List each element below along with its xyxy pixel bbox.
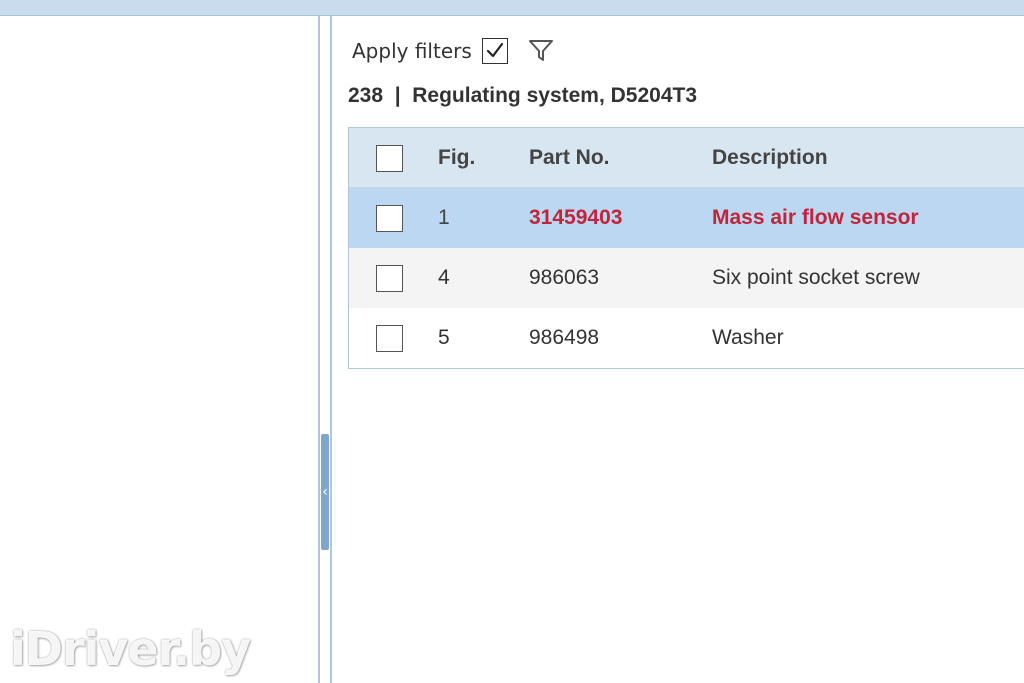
apply-filters-checkbox[interactable] — [481, 38, 508, 64]
right-pane: Apply filters 238 | Regulating system, D… — [332, 16, 1024, 683]
section-title: 238 | Regulating system, D5204T3 — [348, 84, 698, 107]
row-part-no: 31459403 — [529, 206, 623, 229]
table-header-row: Fig. Part No. Description — [349, 128, 1024, 188]
pane-splitter[interactable]: ‹ — [318, 16, 332, 683]
parts-table: Fig. Part No. Description 1 31459403 Mas… — [348, 127, 1024, 369]
table-row[interactable]: 1 31459403 Mass air flow sensor — [349, 188, 1024, 248]
funnel-icon[interactable] — [526, 37, 556, 65]
splitter-handle[interactable]: ‹ — [321, 434, 329, 550]
row-fig: 1 — [438, 206, 450, 229]
collapse-left-icon[interactable]: ‹ — [321, 483, 329, 501]
row-description: Six point socket screw — [712, 266, 920, 289]
column-header-fig[interactable]: Fig. — [438, 146, 475, 170]
filter-row: Apply filters — [352, 36, 556, 66]
row-checkbox[interactable] — [376, 205, 403, 232]
top-bar — [0, 0, 1024, 16]
table-row[interactable]: 5 986498 Washer — [349, 308, 1024, 368]
row-checkbox[interactable] — [376, 265, 403, 292]
select-all-checkbox[interactable] — [376, 145, 403, 172]
row-description: Washer — [712, 326, 784, 349]
left-pane — [0, 16, 318, 683]
apply-filters-label: Apply filters — [352, 39, 472, 63]
row-fig: 4 — [438, 266, 450, 289]
checkmark-icon — [486, 42, 503, 58]
column-header-part-no[interactable]: Part No. — [529, 146, 610, 170]
column-header-description[interactable]: Description — [712, 146, 828, 170]
row-description: Mass air flow sensor — [712, 206, 919, 229]
watermark: iDriver.by — [10, 622, 251, 676]
row-part-no: 986498 — [529, 326, 600, 349]
table-row[interactable]: 4 986063 Six point socket screw — [349, 248, 1024, 308]
row-fig: 5 — [438, 326, 450, 349]
row-checkbox[interactable] — [376, 325, 403, 352]
row-part-no: 986063 — [529, 266, 600, 289]
